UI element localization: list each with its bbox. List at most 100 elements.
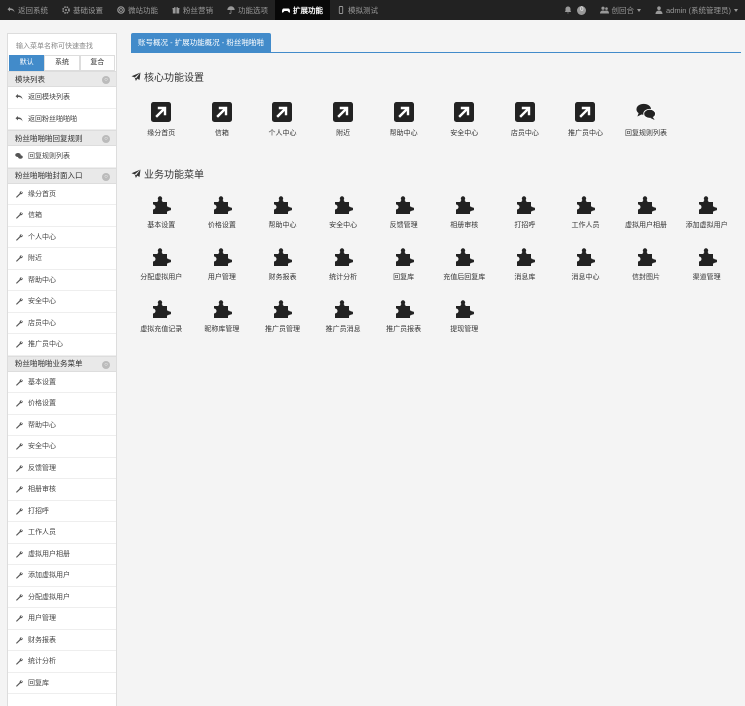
puzzle-icon — [515, 195, 535, 215]
business-function-label: 统计分析 — [329, 274, 358, 281]
sidebar-item[interactable]: 个人中心 — [8, 227, 116, 248]
core-function-label: 店员中心 — [510, 130, 539, 137]
business-function-tile[interactable]: 消息库 — [495, 247, 556, 299]
sidebar-item[interactable]: 基本设置 — [8, 372, 116, 393]
sidebar-item-label: 店员中心 — [28, 319, 56, 327]
sidebar-item[interactable]: 工作人员 — [8, 522, 116, 544]
business-function-tile[interactable]: 打招呼 — [495, 195, 556, 247]
sidebar-item[interactable]: 安全中心 — [8, 436, 116, 458]
wrench-icon — [15, 276, 23, 284]
sidebar-item[interactable]: 回复库 — [8, 673, 116, 694]
menu-search-input[interactable]: 输入菜单名称可快速查找 — [11, 38, 115, 53]
sidebar-group-header[interactable]: 模块列表 ○ — [8, 71, 116, 87]
business-function-tile[interactable]: 用户管理 — [192, 247, 253, 299]
sidebar-item[interactable]: 价格设置 — [8, 393, 116, 415]
core-function-tile[interactable]: 安全中心 — [434, 102, 495, 158]
sidebar-item[interactable]: 附近 — [8, 248, 116, 270]
wrench-icon — [15, 593, 23, 601]
core-function-tile[interactable]: 附近 — [313, 102, 374, 158]
business-function-tile[interactable]: 反馈管理 — [373, 195, 434, 247]
notifications-button[interactable]: 0 — [557, 0, 593, 20]
wrench-icon — [15, 399, 23, 408]
sidebar-item[interactable]: 缘分首页 — [8, 184, 116, 205]
sidebar-group-header[interactable]: 粉丝啪啪啪封面入口 ○ — [8, 167, 116, 184]
collapse-toggle-icon[interactable]: ○ — [102, 76, 110, 84]
sidebar-tab-2[interactable]: 复合 — [79, 55, 115, 71]
business-function-tile[interactable]: 信封图片 — [616, 247, 677, 299]
business-function-tile[interactable]: 推广员管理 — [252, 299, 313, 351]
nav-item-5[interactable]: 扩展功能 — [275, 0, 330, 20]
puzzle-icon — [333, 299, 354, 319]
business-function-tile[interactable]: 昵称库管理 — [192, 299, 253, 351]
collapse-toggle-icon[interactable]: ○ — [102, 135, 110, 143]
sidebar-item[interactable]: 相册审核 — [8, 479, 116, 501]
sidebar-item[interactable]: 反馈管理 — [8, 458, 116, 479]
collapse-toggle-icon[interactable]: ○ — [102, 360, 110, 369]
core-function-tile[interactable]: 个人中心 — [252, 102, 313, 158]
business-function-tile[interactable]: 帮助中心 — [252, 195, 313, 247]
sidebar-item[interactable]: 返回模块列表 — [8, 87, 116, 109]
business-function-tile[interactable]: 推广员消息 — [313, 299, 374, 351]
sidebar-group-header[interactable]: 粉丝啪啪啪业务菜单 ○ — [8, 355, 116, 372]
business-function-tile[interactable]: 消息中心 — [555, 247, 616, 299]
business-function-label: 推广员管理 — [264, 326, 300, 333]
core-function-label: 信箱 — [214, 130, 229, 137]
sidebar-item[interactable]: 推广员中心 — [8, 334, 116, 356]
business-function-tile[interactable]: 添加虚拟用户 — [676, 195, 737, 247]
business-function-tile[interactable]: 价格设置 — [192, 195, 253, 247]
sidebar-item[interactable]: 分配虚拟用户 — [8, 587, 116, 608]
sidebar-item[interactable]: 打招呼 — [8, 501, 116, 522]
nav-item-2[interactable]: 微站功能 — [110, 0, 165, 20]
user-dropdown[interactable]: admin (系统管理员) — [648, 0, 745, 20]
sidebar-group-header[interactable]: 粉丝啪啪啪回复规则 ○ — [8, 130, 116, 146]
puzzle-icon — [272, 299, 293, 319]
business-function-tile[interactable]: 分配虚拟用户 — [131, 247, 192, 299]
sidebar-item[interactable]: 信箱 — [8, 205, 116, 227]
business-function-tile[interactable]: 工作人员 — [555, 195, 616, 247]
sidebar-item[interactable]: 财务报表 — [8, 630, 116, 651]
core-function-tile[interactable]: 缘分首页 — [131, 102, 192, 158]
business-function-tile[interactable]: 回复库 — [373, 247, 434, 299]
business-function-tile[interactable]: 虚拟用户相册 — [616, 195, 677, 247]
nav-item-4[interactable]: 功能选项 — [220, 0, 275, 20]
sidebar-item-label: 推广员中心 — [28, 341, 63, 349]
group-dropdown[interactable]: 创回合 — [593, 0, 648, 20]
business-function-tile[interactable]: 虚拟充值记录 — [131, 299, 192, 351]
business-function-tile[interactable]: 渠道管理 — [676, 247, 737, 299]
core-function-tile[interactable]: 信箱 — [192, 102, 253, 158]
business-function-tile[interactable]: 相册审核 — [434, 195, 495, 247]
business-function-tile[interactable]: 基本设置 — [131, 195, 192, 247]
gamepad-icon — [282, 6, 290, 14]
business-function-tile[interactable]: 推广员报表 — [373, 299, 434, 351]
sidebar-item[interactable]: 店员中心 — [8, 313, 116, 334]
sidebar-item[interactable]: 安全中心 — [8, 291, 116, 313]
sidebar-item[interactable]: 虚拟用户相册 — [8, 544, 116, 565]
core-function-tile[interactable]: 回复规则列表 — [616, 102, 677, 158]
business-function-tile[interactable]: 财务报表 — [252, 247, 313, 299]
business-function-tile[interactable]: 提现管理 — [434, 299, 495, 351]
core-function-tile[interactable]: 帮助中心 — [373, 102, 434, 158]
breadcrumb[interactable]: 账号概况 - 扩展功能概况 - 粉丝啪啪啪 — [131, 33, 271, 53]
sidebar-item[interactable]: 帮助中心 — [8, 270, 116, 291]
sidebar-item[interactable]: 帮助中心 — [8, 415, 116, 436]
core-function-tile[interactable]: 店员中心 — [495, 102, 556, 158]
sidebar-item[interactable]: 返回粉丝啪啪啪 — [8, 109, 116, 130]
nav-item-0[interactable]: 返回系统 — [0, 0, 55, 20]
business-function-label: 充值后回复库 — [443, 274, 486, 281]
business-function-tile[interactable]: 安全中心 — [313, 195, 374, 247]
sidebar-item[interactable]: 用户管理 — [8, 608, 116, 630]
core-function-tile[interactable]: 推广员中心 — [555, 102, 616, 158]
nav-item-3[interactable]: 粉丝营销 — [165, 0, 220, 20]
sidebar-item[interactable]: 统计分析 — [8, 651, 116, 673]
nav-item-1[interactable]: 基础设置 — [55, 0, 110, 20]
collapse-toggle-icon[interactable]: ○ — [102, 172, 110, 181]
sidebar-item-label: 统计分析 — [28, 658, 56, 666]
sidebar-item[interactable]: 添加虚拟用户 — [8, 565, 116, 587]
business-function-tile[interactable]: 充值后回复库 — [434, 247, 495, 299]
business-function-tile[interactable]: 统计分析 — [313, 247, 374, 299]
sidebar-item[interactable]: 回复规则列表 — [8, 146, 116, 168]
nav-item-6[interactable]: 模拟测试 — [330, 0, 385, 20]
sidebar-tab-1[interactable]: 系统 — [44, 55, 80, 71]
sidebar-tab-0[interactable]: 默认 — [9, 55, 45, 71]
puzzle-icon — [151, 195, 172, 215]
